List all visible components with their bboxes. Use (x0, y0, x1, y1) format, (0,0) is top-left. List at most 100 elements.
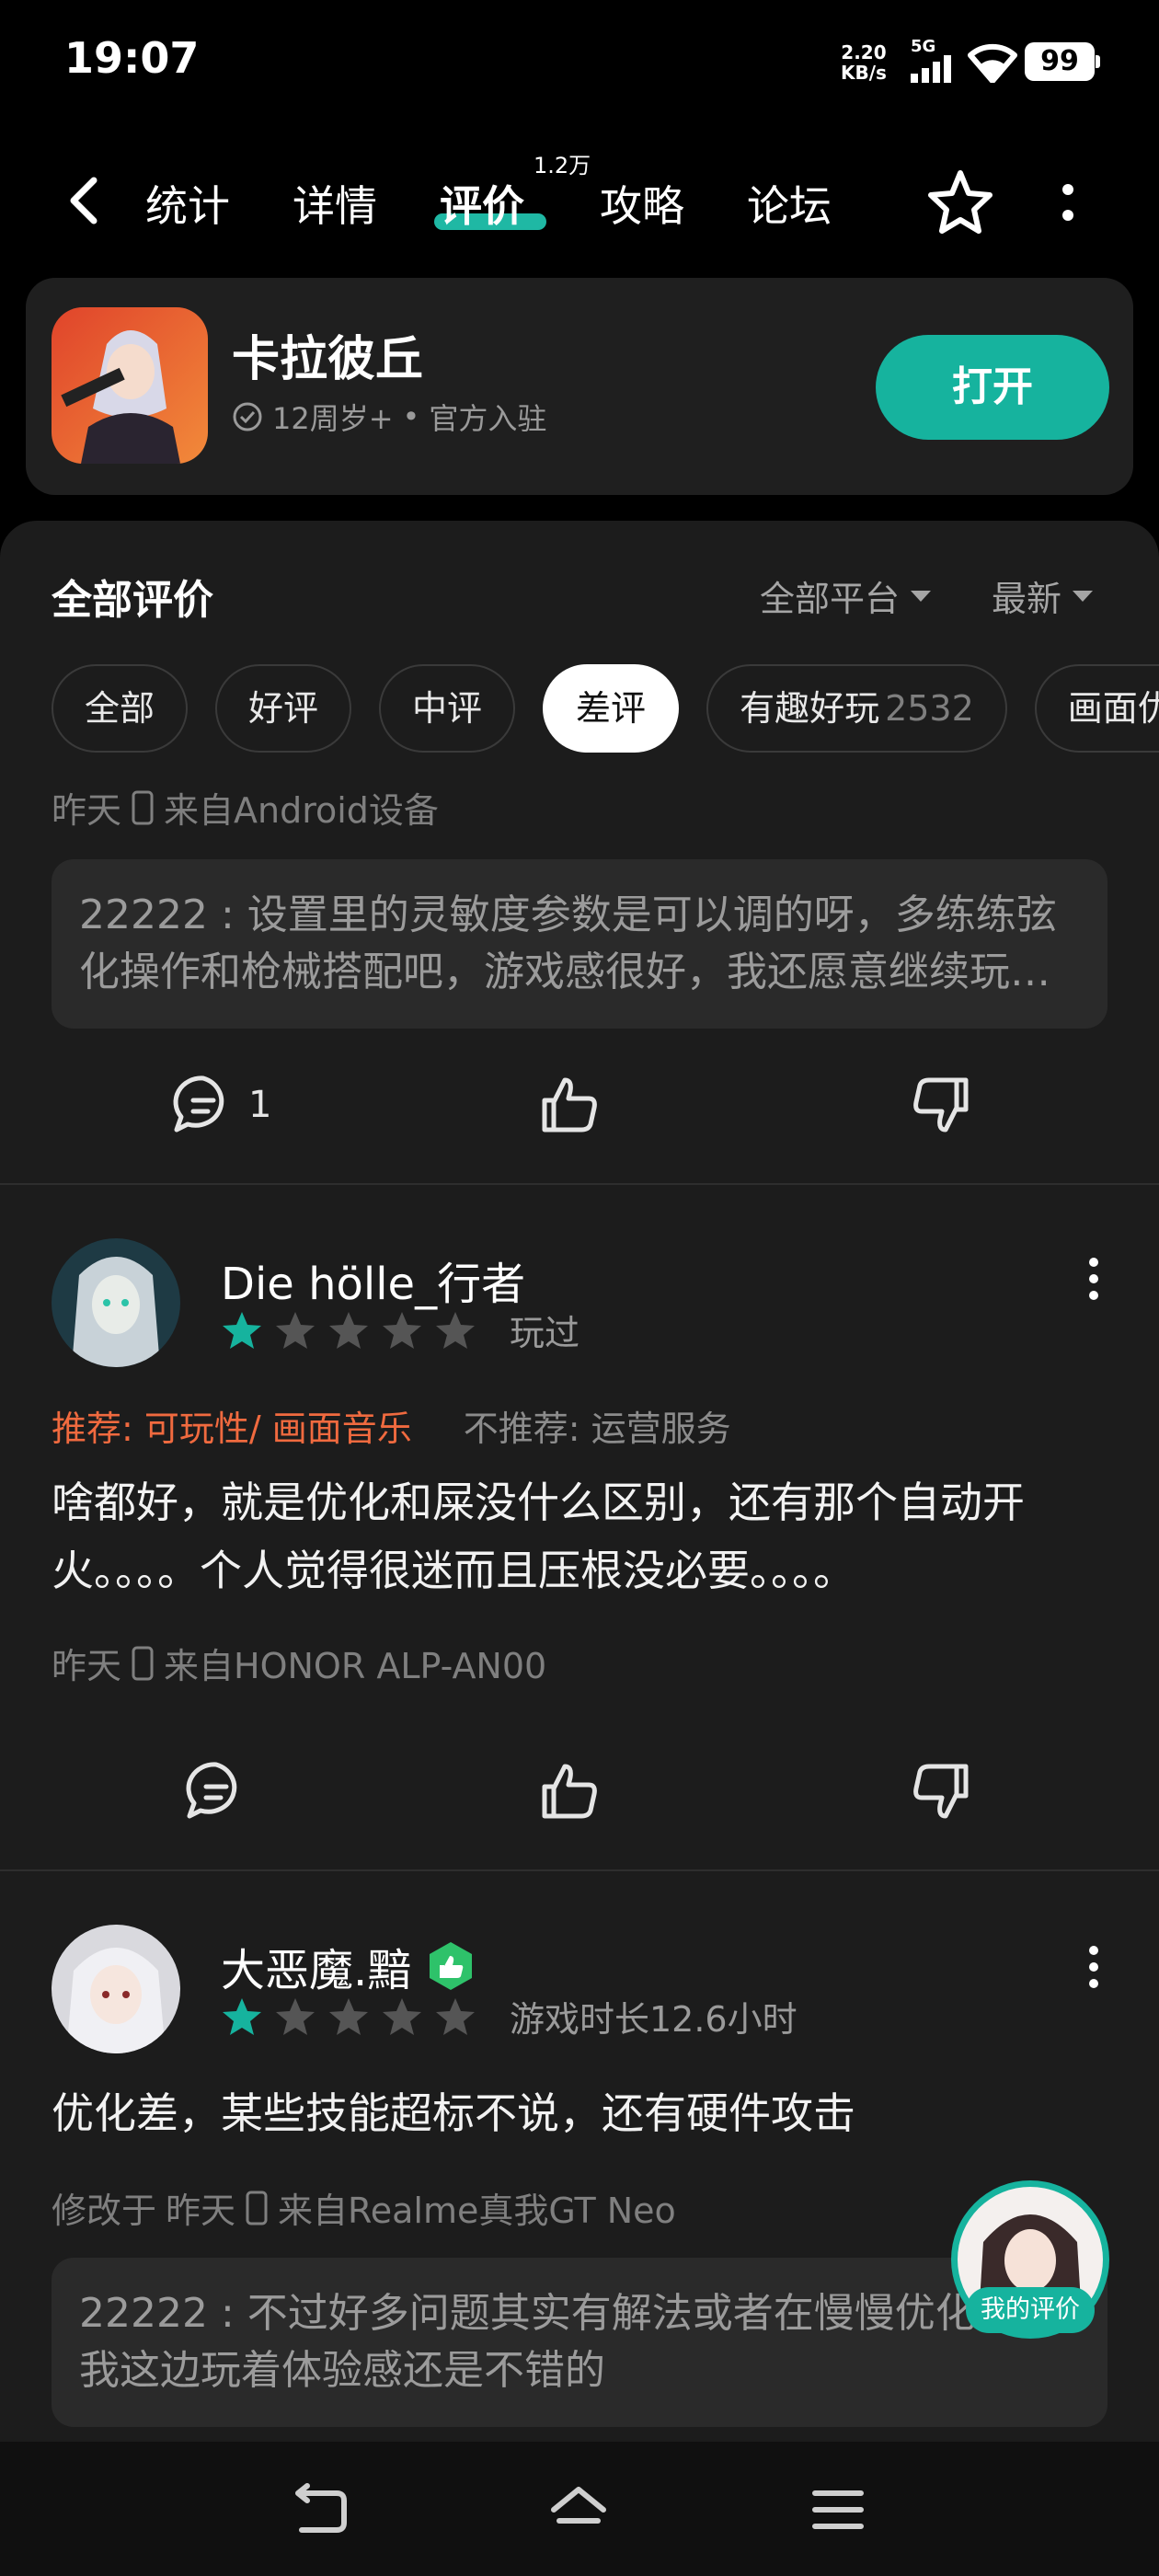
reply-box[interactable]: 22222 : 设置里的灵敏度参数是可以调的呀，多练练弦化操作和枪械搭配吧，游戏… (52, 859, 1107, 1029)
star-empty-icon (436, 1311, 475, 1349)
favorite-star-icon[interactable] (924, 166, 997, 239)
review-meta: 昨天 来自HONOR ALP-AN00 (52, 1638, 546, 1688)
back-arrow-icon[interactable] (59, 173, 114, 228)
chip-count: 2532 (885, 688, 974, 729)
reply-content: 22222 : 设置里的灵敏度参数是可以调的呀，多练练弦化操作和枪械搭配吧，游戏… (79, 887, 1080, 1001)
review-more-icon[interactable] (1082, 1941, 1106, 1993)
comment-button[interactable]: 1 (167, 1069, 271, 1141)
reply-author: 22222 (79, 2290, 208, 2337)
tab-forum-label: 论坛 (747, 181, 832, 231)
star-filled-icon (223, 1311, 261, 1349)
system-back-icon[interactable] (289, 2478, 353, 2543)
review-more-icon[interactable] (1082, 1253, 1106, 1305)
chip-positive[interactable]: 好评 (215, 664, 352, 753)
comment-count: 1 (248, 1084, 272, 1126)
meta-separator: • (402, 399, 420, 434)
thumbs-down-icon (913, 1764, 969, 1819)
official-label: 官方入驻 (429, 401, 547, 436)
my-review-label: 我的评价 (966, 2287, 1095, 2333)
review-meta: 修改于 昨天 来自Realme真我GT Neo (52, 2182, 676, 2233)
app-icon[interactable] (52, 307, 208, 464)
chip-label: 画面优 (1067, 688, 1159, 729)
tab-reviews[interactable]: 评价 (440, 173, 524, 234)
review-username[interactable]: 大恶魔.黯 (221, 1934, 411, 1998)
star-empty-icon (329, 1997, 368, 2035)
chip-label: 中评 (412, 688, 483, 729)
comment-icon (186, 1762, 237, 1819)
tab-forum[interactable]: 论坛 (747, 173, 832, 234)
review-count-badge: 1.2万 (534, 153, 591, 178)
network-speed-value: 2.20 (841, 41, 887, 63)
system-menu-icon[interactable] (806, 2478, 870, 2543)
tab-stats[interactable]: 统计 (145, 173, 230, 234)
age-rating: 12周岁+ (272, 401, 394, 436)
tab-details[interactable]: 详情 (293, 173, 377, 234)
review-actions (0, 1755, 1159, 1829)
top-nav: 统计 详情 评价 1.2万 攻略 论坛 (0, 147, 1159, 258)
review-username[interactable]: Die hölle_行者 (221, 1248, 525, 1312)
review-username-row: 大恶魔.黯 (221, 1934, 477, 1998)
network-type: 5G (911, 37, 936, 56)
network-speed: 2.20 KB/s (841, 42, 887, 83)
chip-label: 全部 (85, 688, 155, 729)
caret-down-icon (911, 590, 932, 602)
caret-down-icon (1073, 590, 1094, 602)
status-bar: 19:07 2.20 KB/s 5G 99 (0, 0, 1159, 120)
dislike-button[interactable] (905, 1755, 977, 1827)
chip-negative[interactable]: 差评 (543, 664, 680, 753)
review-date: 昨天 (166, 2191, 236, 2231)
battery-indicator: 99 (1025, 42, 1100, 81)
reviews-panel: 全部评价 全部平台 最新 全部 好评 中评 差评 有趣好玩 2532 画面优 昨天 来自An… (0, 521, 1159, 2444)
star-empty-icon (383, 1997, 421, 2035)
star-empty-icon (276, 1311, 315, 1349)
chip-label: 差评 (576, 688, 647, 729)
star-empty-icon (436, 1997, 475, 2035)
chip-fun[interactable]: 有趣好玩 2532 (706, 664, 1007, 753)
chip-graphics[interactable]: 画面优 (1034, 664, 1159, 753)
tab-stats-label: 统计 (145, 181, 230, 231)
thumbs-up-badge-icon (430, 1942, 473, 1990)
recommend-positive: 推荐: 可玩性/ 画面音乐 (52, 1409, 412, 1449)
filter-chips: 全部 好评 中评 差评 有趣好玩 2532 画面优 (52, 664, 1159, 753)
chip-all[interactable]: 全部 (52, 664, 189, 753)
tab-guides-label: 攻略 (600, 181, 684, 231)
verified-check-icon (233, 402, 262, 431)
like-button[interactable] (534, 1755, 605, 1827)
star-rating: 玩过 (221, 1305, 580, 1355)
sort-dropdown[interactable]: 最新 (992, 570, 1095, 621)
signal-icon (911, 55, 951, 83)
phone-icon (132, 1646, 154, 1680)
reply-author: 22222 (79, 891, 208, 938)
platform-filter-dropdown[interactable]: 全部平台 (760, 570, 933, 621)
chip-neutral[interactable]: 中评 (379, 664, 516, 753)
divider (0, 1869, 1159, 1871)
review-text[interactable]: 优化差，某些技能超标不说，还有硬件攻击 (52, 2079, 1119, 2147)
review-device: 来自Realme真我GT Neo (278, 2191, 676, 2231)
reply-box[interactable]: 22222 : 不过好多问题其实有解法或者在慢慢优化了，我这边玩着体验感还是不错… (52, 2258, 1107, 2427)
thumbs-up-icon (542, 1077, 597, 1133)
thumbs-down-icon (913, 1077, 969, 1133)
more-options-icon[interactable] (1054, 175, 1082, 230)
app-card: 卡拉彼丘 12周岁+ • 官方入驻 打开 (26, 278, 1133, 495)
comment-button[interactable] (180, 1755, 252, 1827)
review-actions: 1 (0, 1069, 1159, 1143)
avatar[interactable] (52, 1925, 180, 2053)
avatar[interactable] (52, 1238, 180, 1367)
system-home-icon[interactable] (546, 2478, 611, 2543)
tab-guides[interactable]: 攻略 (600, 173, 684, 234)
status-time: 19:07 (64, 33, 200, 83)
thumbs-up-icon (542, 1764, 597, 1819)
review-text[interactable]: 啥都好，就是优化和屎没什么区别，还有那个自动开火。。。。个人觉得很迷而且压根没必… (52, 1468, 1119, 1604)
dislike-button[interactable] (905, 1069, 977, 1141)
open-button[interactable]: 打开 (876, 335, 1109, 440)
divider (0, 1183, 1159, 1185)
phone-icon (132, 790, 154, 824)
chip-label: 好评 (248, 688, 319, 729)
reply-separator: : (207, 891, 247, 938)
wifi-icon (968, 43, 1017, 83)
my-review-button[interactable]: 我的评价 (951, 2180, 1109, 2339)
tab-reviews-label: 评价 (440, 181, 524, 231)
app-meta: 12周岁+ • 官方入驻 (232, 396, 546, 438)
review-modified-prefix: 修改于 (52, 2191, 157, 2231)
like-button[interactable] (534, 1069, 605, 1141)
